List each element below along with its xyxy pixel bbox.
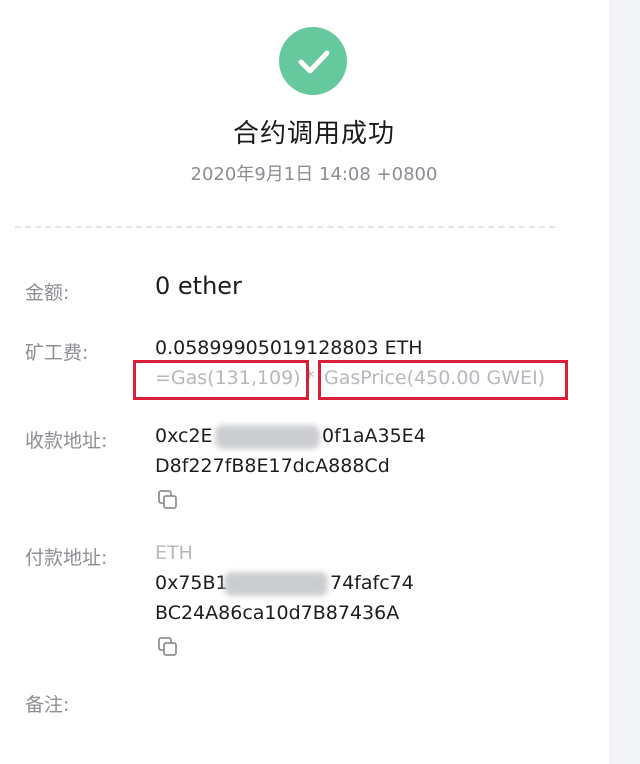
receive-address-start[interactable]: 0xc2E xyxy=(155,422,213,451)
gas-highlight-box xyxy=(133,360,309,400)
payer-address-line-2[interactable]: BC24A86ca10d7B87436A xyxy=(155,599,399,628)
payer-currency: ETH xyxy=(155,542,193,564)
payer-address-end[interactable]: 74fafc74 xyxy=(330,569,414,598)
amount-value: 0 ether xyxy=(155,272,242,300)
amount-label: 金额: xyxy=(25,282,70,304)
receive-address-end[interactable]: 0f1aA35E4 xyxy=(322,422,426,451)
transaction-detail-card: 合约调用成功 2020年9月1日 14:08 +0800 金额: 0 ether… xyxy=(0,0,610,764)
copy-payer-address-icon[interactable] xyxy=(157,636,179,658)
payer-address-redaction xyxy=(224,572,328,596)
receive-address-redaction xyxy=(215,425,320,449)
gas-price-highlight-box xyxy=(318,360,568,400)
dashed-divider xyxy=(15,226,555,228)
receive-address-label: 收款地址: xyxy=(25,430,108,452)
success-check-icon xyxy=(279,27,347,95)
fee-label: 矿工费: xyxy=(25,342,89,364)
copy-receive-address-icon[interactable] xyxy=(157,489,179,511)
transaction-timestamp: 2020年9月1日 14:08 +0800 xyxy=(190,164,438,185)
note-label: 备注: xyxy=(25,694,70,716)
payer-address-start[interactable]: 0x75B1 xyxy=(155,569,228,598)
status-title: 合约调用成功 xyxy=(232,119,395,149)
payer-address-label: 付款地址: xyxy=(25,547,108,569)
fee-value: 0.05899905019128803 ETH xyxy=(155,337,423,359)
right-panel-edge xyxy=(610,0,640,764)
receive-address-line-2[interactable]: D8f227fB8E17dcA888Cd xyxy=(155,452,390,481)
